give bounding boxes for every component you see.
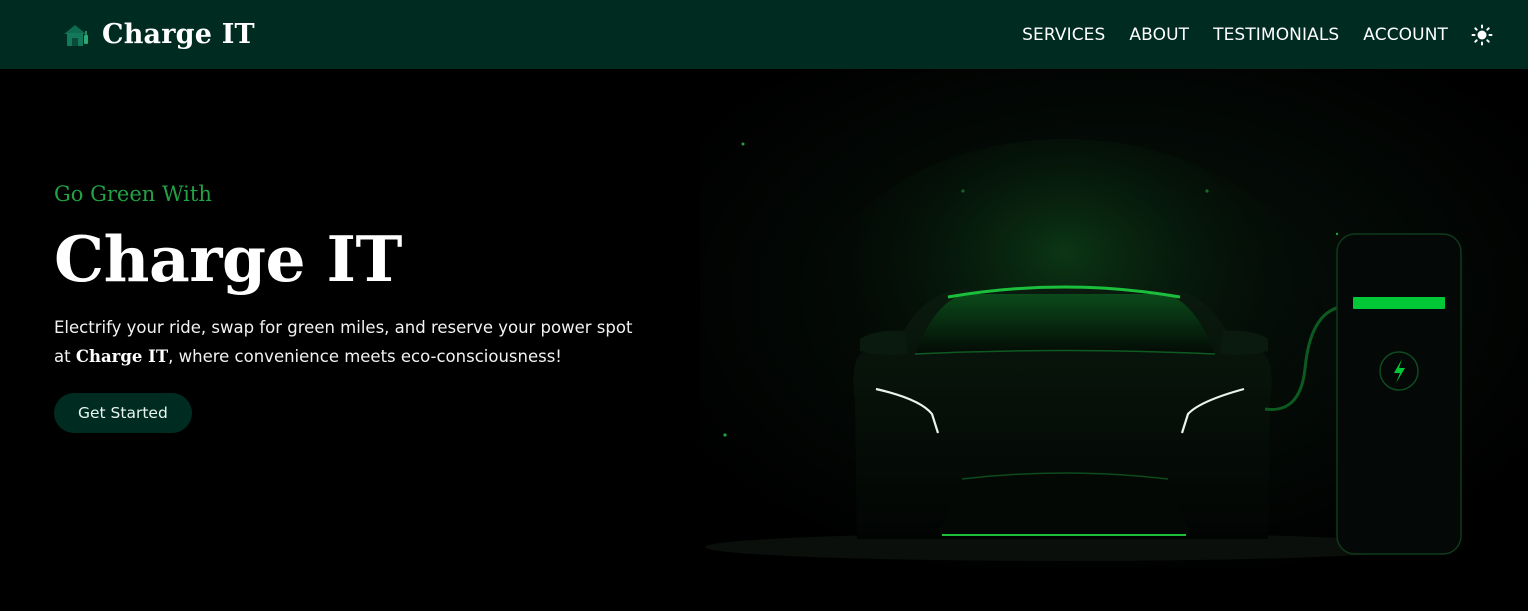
hero-description-brand: Charge IT (75, 347, 169, 366)
brand[interactable]: Charge IT (62, 19, 255, 50)
nav-links: SERVICES ABOUT TESTIMONIALS ACCOUNT (1022, 23, 1494, 47)
navbar: Charge IT SERVICES ABOUT TESTIMONIALS AC… (0, 0, 1528, 69)
hero-description: Electrify your ride, swap for green mile… (54, 313, 654, 371)
hero-title: Charge IT (54, 222, 402, 296)
nav-account[interactable]: ACCOUNT (1363, 25, 1448, 45)
hero-section: Go Green With Charge IT Electrify your r… (0, 69, 1528, 611)
nav-about[interactable]: ABOUT (1129, 25, 1189, 45)
hero-description-part2: , where convenience meets eco-consciousn… (168, 347, 562, 366)
get-started-button[interactable]: Get Started (54, 393, 192, 433)
electric-car-charging-illustration (700, 69, 1528, 569)
hero-text: Go Green With Charge IT Electrify your r… (54, 179, 694, 433)
hero-eyebrow: Go Green With (54, 182, 212, 206)
sun-icon[interactable] (1470, 23, 1494, 47)
nav-testimonials[interactable]: TESTIMONIALS (1213, 25, 1339, 45)
nav-services[interactable]: SERVICES (1022, 25, 1105, 45)
house-charger-icon (62, 21, 90, 49)
brand-name: Charge IT (102, 19, 255, 50)
